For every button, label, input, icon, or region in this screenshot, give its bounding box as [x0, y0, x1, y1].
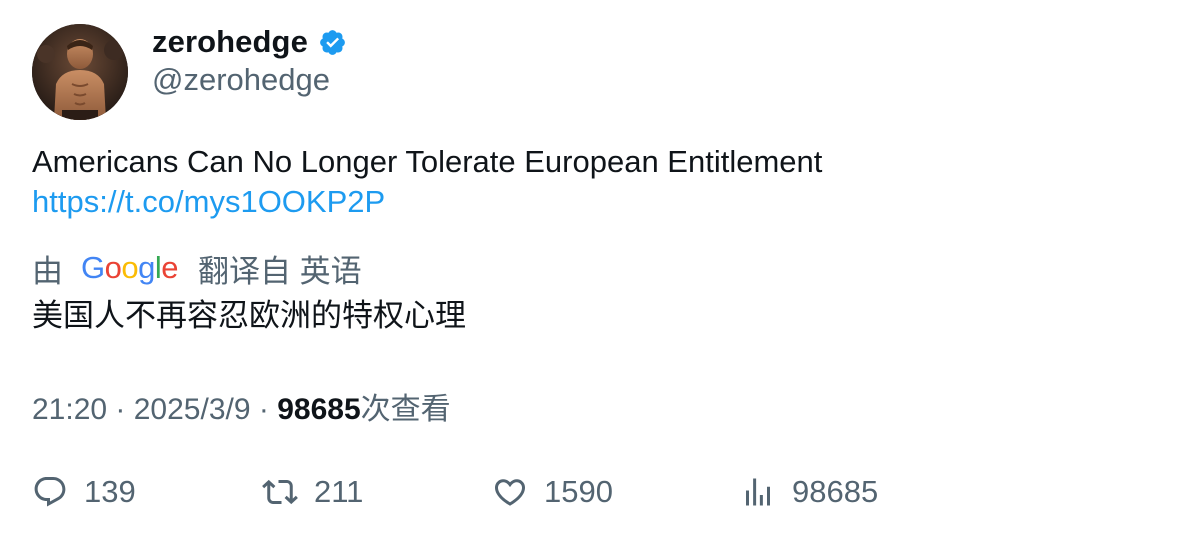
- verified-badge-icon[interactable]: [318, 28, 347, 57]
- translated-text: 美国人不再容忍欧洲的特权心理: [32, 298, 466, 333]
- tweet-actions: 139 211 1590 98685: [32, 470, 1162, 514]
- meta-separator: ·: [115, 393, 134, 426]
- reply-button[interactable]: 139: [32, 470, 136, 514]
- heart-icon: [494, 479, 526, 506]
- tweet-text: Americans Can No Longer Tolerate Europea…: [32, 142, 822, 222]
- reply-icon: [34, 477, 66, 507]
- tweet-body: Americans Can No Longer Tolerate Europea…: [32, 144, 823, 179]
- google-logo[interactable]: Google: [81, 250, 179, 286]
- tweet-time[interactable]: 21:20: [32, 393, 107, 426]
- reply-count: 139: [84, 474, 136, 509]
- author-name-row: zerohedge: [152, 22, 347, 62]
- views-count: 98685: [277, 393, 361, 426]
- avatar-image: [32, 24, 128, 120]
- translation-attribution: 由 Google 翻译自 英语: [32, 246, 362, 290]
- avatar[interactable]: [32, 24, 128, 120]
- meta-separator: ·: [258, 393, 278, 426]
- retweet-button[interactable]: 211: [262, 470, 363, 514]
- translation-by-label: 由: [32, 253, 63, 289]
- retweet-icon: [262, 479, 298, 505]
- author-handle[interactable]: @zerohedge: [152, 62, 330, 98]
- author-display-name[interactable]: zerohedge: [152, 24, 308, 60]
- views-label: 次查看: [360, 393, 451, 426]
- like-count: 1590: [544, 474, 613, 509]
- translated-from-label: 翻译自 英语: [198, 253, 362, 289]
- tweet-meta: 21:20 · 2025/3/9 · 98685次查看: [32, 384, 451, 428]
- views-action-count: 98685: [792, 474, 879, 509]
- like-button[interactable]: 1590: [492, 470, 613, 514]
- retweet-count: 211: [314, 474, 364, 509]
- views-button[interactable]: 98685: [740, 470, 878, 514]
- tweet-link[interactable]: https://t.co/mys1OOKP2P: [32, 182, 822, 222]
- tweet-date[interactable]: 2025/3/9: [134, 393, 251, 426]
- views-bar-chart-icon: [746, 478, 770, 506]
